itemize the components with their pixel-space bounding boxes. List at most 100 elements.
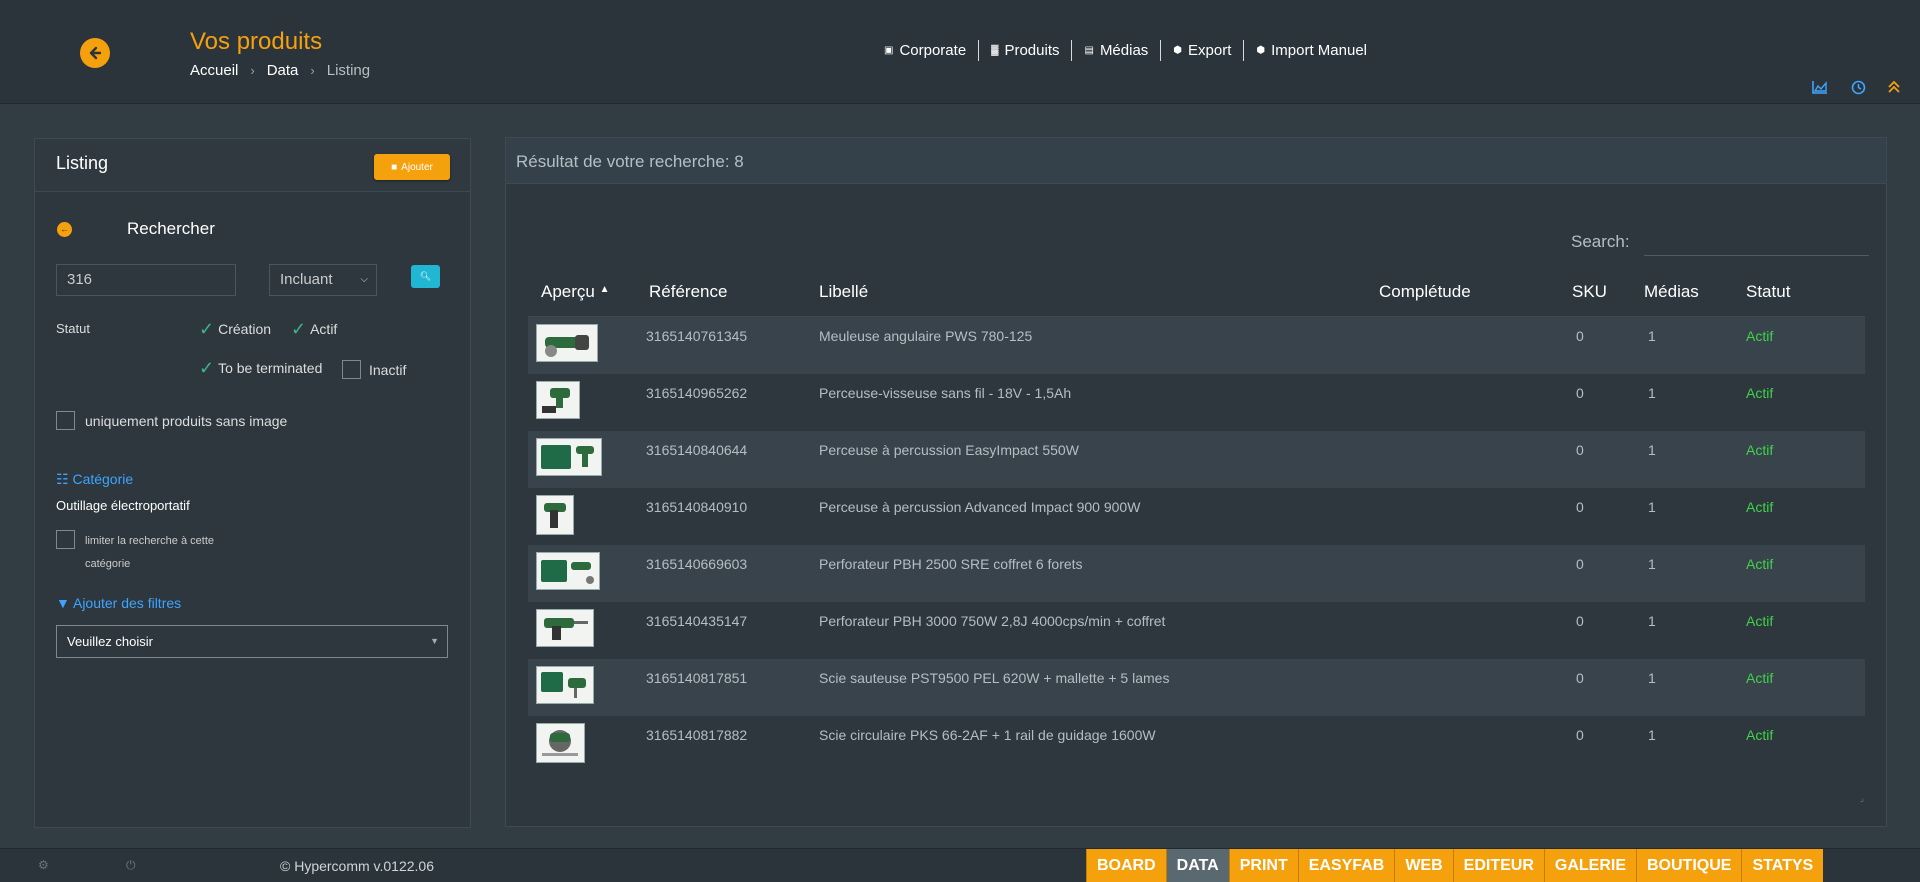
reference-cell: 3165140840910 — [646, 499, 748, 515]
app-statys[interactable]: STATYS — [1741, 849, 1824, 882]
search-button[interactable]: 🔍︎ — [411, 265, 440, 288]
table-row[interactable]: 3165140761345 Meuleuse angulaire PWS 780… — [528, 317, 1865, 374]
completude-cell — [1379, 602, 1572, 613]
completude-cell — [1379, 659, 1572, 670]
col-completude[interactable]: Complétude — [1379, 282, 1572, 302]
app-print[interactable]: PRINT — [1228, 849, 1298, 882]
nav-corporate[interactable]: ▣ Corporate — [872, 40, 980, 61]
sku-cell: 0 — [1576, 556, 1584, 572]
limit-category-checkbox[interactable]: limiter la recherche à cette catégorie — [56, 530, 225, 576]
table-search-input[interactable] — [1644, 255, 1869, 256]
product-thumbnail[interactable] — [536, 381, 580, 419]
table-row[interactable]: 3165140817851 Scie sauteuse PST9500 PEL … — [528, 659, 1865, 716]
libelle-cell[interactable]: Scie circulaire PKS 66-2AF + 1 rail de g… — [819, 716, 1379, 743]
power-icon[interactable]: ⏻ — [126, 858, 136, 873]
checkbox-label: To be terminated — [218, 360, 323, 376]
medias-cell: 1 — [1648, 442, 1656, 458]
status-badge: Actif — [1746, 385, 1774, 401]
app-board[interactable]: BOARD — [1086, 849, 1166, 882]
col-libelle[interactable]: Libellé — [819, 282, 1379, 302]
category-link[interactable]: ☷ Catégorie — [56, 471, 133, 488]
product-thumbnail[interactable] — [536, 723, 585, 763]
add-filters-link[interactable]: ▼ Ajouter des filtres — [56, 595, 181, 611]
libelle-cell[interactable]: Perceuse-visseuse sans fil - 18V - 1,5Ah — [819, 374, 1379, 401]
resize-handle-icon[interactable]: ⌟ — [1860, 793, 1864, 804]
header-tools — [1812, 80, 1900, 95]
col-label: Aperçu — [541, 282, 595, 301]
table-row[interactable]: 3165140840644 Perceuse à percussion Easy… — [528, 431, 1865, 488]
back-button[interactable] — [80, 38, 110, 68]
product-thumbnail[interactable] — [536, 495, 574, 535]
table-row[interactable]: 3165140817882 Scie circulaire PKS 66-2AF… — [528, 716, 1865, 773]
search-input[interactable]: 316 — [56, 264, 236, 296]
sitemap-icon: ☷ — [56, 471, 69, 487]
double-chevron-up-icon[interactable] — [1888, 80, 1900, 94]
app-galerie[interactable]: GALERIE — [1543, 849, 1636, 882]
history-icon[interactable] — [1850, 80, 1866, 95]
nav-label: Corporate — [899, 42, 967, 59]
nav-medias[interactable]: ▤ Médias — [1072, 40, 1162, 61]
breadcrumb-data[interactable]: Data — [267, 62, 299, 79]
product-thumbnail[interactable] — [536, 324, 598, 362]
libelle-cell[interactable]: Scie sauteuse PST9500 PEL 620W + mallett… — [819, 659, 1379, 686]
product-thumbnail[interactable] — [536, 666, 594, 704]
medias-cell: 1 — [1648, 385, 1656, 401]
gear-icon[interactable]: ⚙ — [38, 858, 49, 872]
chevron-right-icon: › — [250, 63, 255, 78]
add-button[interactable]: ■ Ajouter — [374, 154, 450, 180]
table-row[interactable]: 3165140840910 Perceuse à percussion Adva… — [528, 488, 1865, 545]
nav-produits[interactable]: ▓ Produits — [979, 40, 1073, 61]
col-sku[interactable]: SKU — [1572, 282, 1644, 302]
libelle-cell[interactable]: Perforateur PBH 2500 SRE coffret 6 foret… — [819, 545, 1379, 572]
table-row[interactable]: 3165140435147 Perforateur PBH 3000 750W … — [528, 602, 1865, 659]
app-web[interactable]: WEB — [1394, 849, 1453, 882]
col-medias[interactable]: Médias — [1644, 282, 1746, 302]
app-switcher: BOARD DATA PRINT EASYFAB WEB EDITEUR GAL… — [1086, 849, 1824, 882]
libelle-cell[interactable]: Perforateur PBH 3000 750W 2,8J 4000cps/m… — [819, 602, 1379, 629]
results-panel: Résultat de votre recherche: 8 Search: A… — [505, 137, 1887, 827]
app-editeur[interactable]: EDITEUR — [1452, 849, 1544, 882]
libelle-cell[interactable]: Meuleuse angulaire PWS 780-125 — [819, 317, 1379, 344]
search-title: Rechercher — [127, 219, 215, 238]
app-data[interactable]: DATA — [1165, 849, 1229, 882]
match-mode-select[interactable]: Incluant ⌵ — [269, 264, 377, 296]
area-chart-icon[interactable] — [1812, 80, 1828, 94]
medias-cell: 1 — [1648, 556, 1656, 572]
product-thumbnail[interactable] — [536, 438, 602, 476]
table-header: Aperçu ▲ Référence Libellé Complétude SK… — [528, 268, 1865, 317]
match-mode-value: Incluant — [280, 271, 333, 288]
thumbnail-cell — [528, 431, 646, 476]
col-reference[interactable]: Référence — [646, 282, 819, 302]
filter-select[interactable]: Veuillez choisir ▼ — [56, 625, 448, 658]
col-apercu[interactable]: Aperçu ▲ — [528, 282, 646, 302]
libelle-cell[interactable]: Perceuse à percussion EasyImpact 550W — [819, 431, 1379, 458]
table-search-label: Search: — [1571, 232, 1630, 251]
nav-import-manuel[interactable]: ⬢ Import Manuel — [1244, 40, 1379, 61]
libelle-cell[interactable]: Perceuse à percussion Advanced Impact 90… — [819, 488, 1379, 515]
checkbox-label: Inactif — [369, 361, 407, 378]
reference-cell: 3165140965262 — [646, 385, 748, 401]
box-icon: ⬢ — [1256, 45, 1266, 56]
nav-label: Import Manuel — [1271, 42, 1367, 59]
table-row[interactable]: 3165140965262 Perceuse-visseuse sans fil… — [528, 374, 1865, 431]
breadcrumb-accueil[interactable]: Accueil — [190, 62, 238, 79]
category-title: Catégorie — [72, 471, 134, 487]
col-statut[interactable]: Statut — [1746, 282, 1856, 302]
table-row[interactable]: 3165140669603 Perforateur PBH 2500 SRE c… — [528, 545, 1865, 602]
medias-cell: 1 — [1648, 613, 1656, 629]
product-thumbnail[interactable] — [536, 552, 600, 590]
status-actif-checkbox[interactable]: ✓ Actif — [291, 320, 337, 338]
collapse-arrow-icon[interactable]: ← — [57, 221, 72, 237]
app-easyfab[interactable]: EASYFAB — [1297, 849, 1395, 882]
status-to-be-terminated-checkbox[interactable]: ✓ To be terminated — [199, 358, 323, 378]
nav-export[interactable]: ⬢ Export — [1161, 40, 1245, 61]
status-creation-checkbox[interactable]: ✓ Création — [199, 320, 271, 338]
no-image-checkbox[interactable]: uniquement produits sans image — [56, 411, 287, 430]
check-icon: ✓ — [199, 358, 215, 378]
product-thumbnail[interactable] — [536, 609, 594, 647]
results-table: Aperçu ▲ Référence Libellé Complétude SK… — [528, 268, 1865, 773]
app-boutique[interactable]: BOUTIQUE — [1636, 849, 1742, 882]
breadcrumb-listing: Listing — [326, 62, 371, 79]
checkbox-label: limiter la recherche à cette catégorie — [85, 535, 214, 570]
status-inactif-checkbox[interactable]: Inactif — [342, 360, 406, 379]
